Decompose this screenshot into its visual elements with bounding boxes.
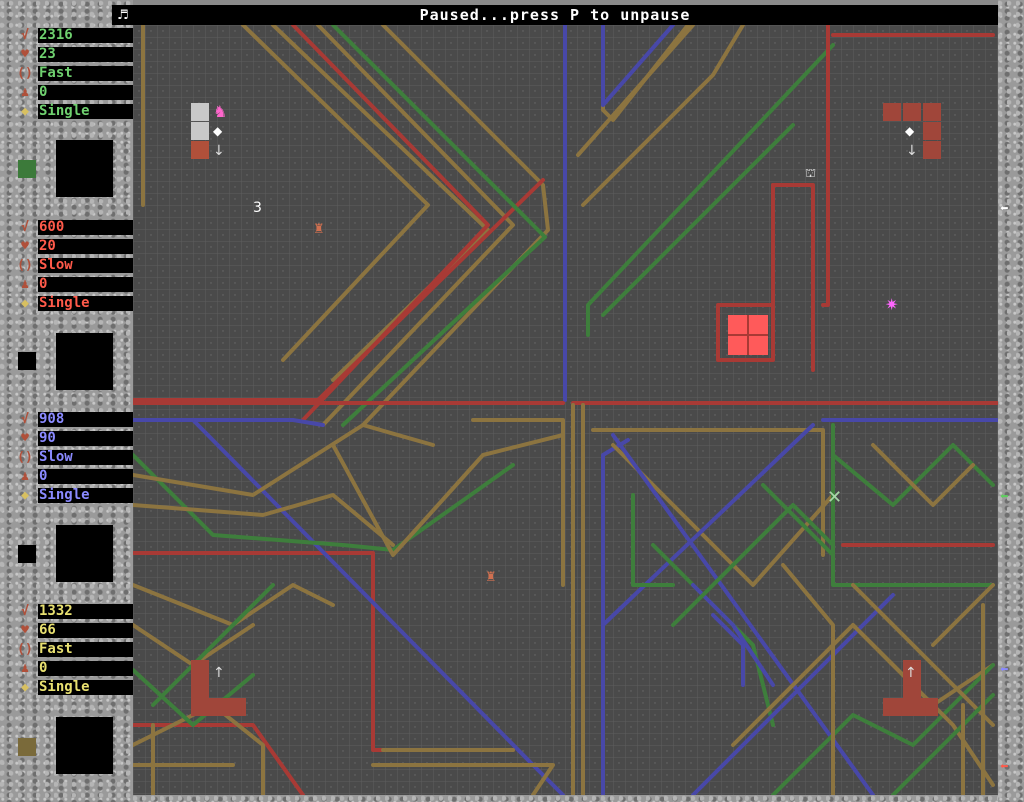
- player-1-turn-arrow-icon: ⬅: [1000, 201, 1009, 217]
- player-panel-3: √ 908 ♥ 90 () Slow ♟ 0 ◆ Single: [16, 410, 145, 505]
- status-bar: ♬ Paused...press P to unpause: [112, 5, 998, 25]
- svg-text:◆: ◆: [213, 124, 223, 138]
- points-value: 1332: [38, 604, 145, 619]
- svg-text:↑: ↑: [213, 665, 225, 681]
- health-value: 90: [38, 431, 145, 446]
- player-3-color-swatch: [18, 545, 36, 563]
- svg-text:♞: ♞: [213, 102, 227, 121]
- player-panel-2: √ 600 ♥ 20 () Slow ♟ 0 ◆ Single: [16, 218, 145, 313]
- mode-value: Single: [38, 680, 145, 695]
- mode-value: Single: [38, 104, 145, 119]
- heart-icon: ♥: [21, 239, 29, 254]
- count-row: ♟ 0: [16, 275, 145, 294]
- speed-value: Fast: [38, 642, 145, 657]
- points-row: √ 908: [16, 410, 145, 429]
- heart-icon: ♥: [21, 47, 29, 62]
- health-value: 23: [38, 47, 145, 62]
- count-value: 0: [38, 661, 145, 676]
- player-4-next-piece-preview: [56, 717, 113, 774]
- speed-row: () Fast: [16, 640, 145, 659]
- speed-row: () Slow: [16, 256, 145, 275]
- health-value: 20: [38, 239, 145, 254]
- svg-text:↓: ↓: [213, 143, 225, 159]
- points-value: 600: [38, 220, 145, 235]
- points-row: √ 600: [16, 218, 145, 237]
- count-value: 0: [38, 85, 145, 100]
- svg-text:◆: ◆: [905, 124, 915, 138]
- points-value: 908: [38, 412, 145, 427]
- player-4-color-swatch: [18, 738, 36, 756]
- svg-text:♜: ♜: [313, 222, 325, 237]
- points-row: √ 2316: [16, 26, 145, 45]
- speed-icon: (): [17, 450, 33, 465]
- player-3-next-piece-preview: [56, 525, 113, 582]
- mode-value: Single: [38, 296, 145, 311]
- count-row: ♟ 0: [16, 83, 145, 102]
- svg-text:✕: ✕: [827, 487, 842, 508]
- player-2-next-piece-preview: [56, 333, 113, 390]
- speed-row: () Slow: [16, 448, 145, 467]
- mode-icon: ◆: [21, 488, 29, 503]
- svg-text:♜: ♜: [485, 570, 497, 585]
- count-row: ♟ 0: [16, 467, 145, 486]
- speed-icon: (): [17, 66, 33, 81]
- points-value: 2316: [38, 28, 145, 43]
- pawn-icon: ♟: [21, 277, 29, 292]
- svg-text:↑: ↑: [905, 665, 917, 681]
- svg-text:↓: ↓: [906, 143, 918, 159]
- svg-text:⛫: ⛫: [805, 166, 816, 180]
- speed-value: Fast: [38, 66, 145, 81]
- player-3-turn-arrow-icon: ⬅: [1000, 662, 1009, 678]
- heart-icon: ♥: [21, 623, 29, 638]
- player-panel-4: √ 1332 ♥ 66 () Fast ♟ 0 ◆ Single: [16, 602, 145, 697]
- root-icon: √: [21, 412, 29, 427]
- mode-value: Single: [38, 488, 145, 503]
- mode-icon: ◆: [21, 680, 29, 695]
- mode-icon: ◆: [21, 104, 29, 119]
- player-2-turn-arrow-icon: ⬅: [1000, 489, 1009, 505]
- player-4-turn-arrow-icon: ⬅: [1000, 759, 1009, 775]
- heart-icon: ♥: [21, 431, 29, 446]
- mode-row: ◆ Single: [16, 102, 145, 121]
- health-row: ♥ 90: [16, 429, 145, 448]
- bottom-stone-strip: [133, 795, 998, 802]
- game-board[interactable]: ♞ ◆ ↓ ◆ ↓ ↑ ↑ ✷ ✕ ⛫ ♜ ♜ 3: [133, 25, 998, 795]
- pawn-icon: ♟: [21, 661, 29, 676]
- score-marker: 3: [253, 200, 262, 216]
- root-icon: √: [21, 604, 29, 619]
- pawn-icon: ♟: [21, 85, 29, 100]
- player-1-color-swatch: [18, 160, 36, 178]
- speed-value: Slow: [38, 258, 145, 273]
- speed-value: Slow: [38, 450, 145, 465]
- svg-text:✷: ✷: [885, 295, 898, 314]
- mode-row: ◆ Single: [16, 486, 145, 505]
- speed-icon: (): [17, 258, 33, 273]
- track-layer: ♞ ◆ ↓ ◆ ↓ ↑ ↑ ✷ ✕ ⛫ ♜ ♜: [133, 25, 998, 795]
- health-value: 66: [38, 623, 145, 638]
- mode-icon: ◆: [21, 296, 29, 311]
- count-row: ♟ 0: [16, 659, 145, 678]
- mode-row: ◆ Single: [16, 678, 145, 697]
- root-icon: √: [21, 28, 29, 43]
- player-1-next-piece-preview: [56, 140, 113, 197]
- health-row: ♥ 20: [16, 237, 145, 256]
- right-stone-strip: [998, 0, 1024, 802]
- health-row: ♥ 66: [16, 621, 145, 640]
- player-panel-1: √ 2316 ♥ 23 () Fast ♟ 0 ◆ Single: [16, 26, 145, 121]
- count-value: 0: [38, 277, 145, 292]
- points-row: √ 1332: [16, 602, 145, 621]
- mode-row: ◆ Single: [16, 294, 145, 313]
- pause-status-text: Paused...press P to unpause: [419, 6, 691, 24]
- root-icon: √: [21, 220, 29, 235]
- health-row: ♥ 23: [16, 45, 145, 64]
- pawn-icon: ♟: [21, 469, 29, 484]
- speed-row: () Fast: [16, 64, 145, 83]
- count-value: 0: [38, 469, 145, 484]
- speed-icon: (): [17, 642, 33, 657]
- player-2-color-swatch: [18, 352, 36, 370]
